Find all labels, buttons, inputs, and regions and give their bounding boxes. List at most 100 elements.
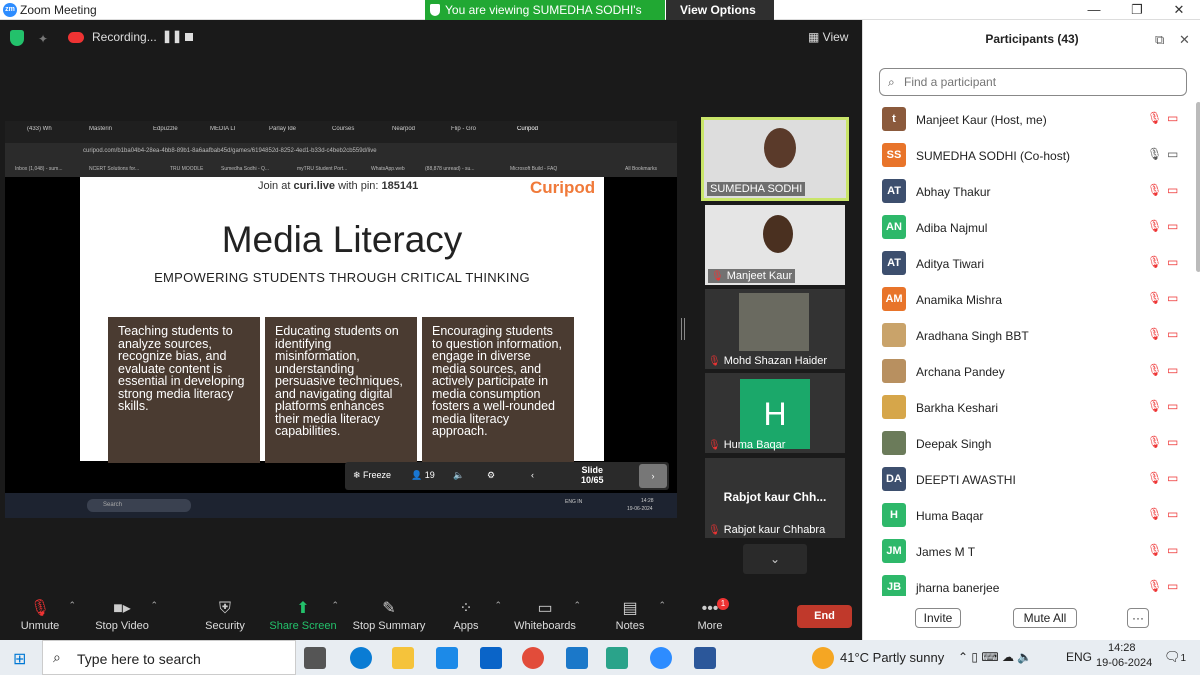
settings-icon[interactable]: ⚙ bbox=[487, 470, 495, 481]
list-scrollbar[interactable] bbox=[1196, 102, 1200, 272]
search-input[interactable] bbox=[904, 72, 1174, 92]
clock-time[interactable]: 14:28 bbox=[1108, 642, 1136, 654]
bookmark[interactable]: NCERT Solutions for... bbox=[89, 166, 139, 172]
audio-icon[interactable]: 🔈 bbox=[453, 470, 464, 481]
mic-off-icon[interactable]: 🎙 bbox=[1147, 579, 1162, 593]
security-button[interactable]: ⛨ Security bbox=[185, 598, 265, 632]
restore-icon[interactable]: ❐ bbox=[1122, 0, 1152, 20]
invite-button[interactable]: Invite bbox=[915, 608, 961, 628]
inner-search[interactable]: Search bbox=[87, 499, 191, 512]
mic-off-icon[interactable]: 🎙 bbox=[1147, 111, 1162, 125]
share-app-icon[interactable] bbox=[606, 647, 628, 669]
bookmark[interactable]: myTRU Student Port... bbox=[297, 166, 347, 172]
participant-row[interactable]: Deepak Singh 🎙 ▭ bbox=[863, 426, 1195, 462]
tab[interactable]: Nearpod bbox=[392, 126, 428, 132]
participant-row[interactable]: H Huma Baqar 🎙 ▭ bbox=[863, 498, 1195, 534]
participant-row[interactable]: Barkha Keshari 🎙 ▭ bbox=[863, 390, 1195, 426]
edge-icon[interactable] bbox=[350, 647, 372, 669]
close-panel-icon[interactable]: ✕ bbox=[1179, 32, 1190, 48]
pin-icon[interactable]: ✦ bbox=[38, 32, 50, 46]
video-off-icon[interactable]: ▭ bbox=[1167, 255, 1178, 269]
end-meeting-button[interactable]: End bbox=[797, 605, 852, 628]
mic-off-icon[interactable]: 🎙 bbox=[1147, 363, 1162, 377]
participant-row[interactable]: JB jharna banerjee 🎙 ▭ bbox=[863, 570, 1195, 596]
unmute-button[interactable]: 🎙 Unmute ⌃ bbox=[0, 598, 80, 632]
video-icon[interactable]: ▭ bbox=[1167, 147, 1178, 161]
mic-off-icon[interactable]: 🎙 bbox=[1147, 255, 1162, 269]
stop-summary-button[interactable]: ✎ Stop Summary bbox=[349, 598, 429, 632]
bookmark[interactable]: Sumedha Sodhi - Q... bbox=[221, 166, 269, 172]
next-slide-icon[interactable]: › bbox=[639, 464, 667, 488]
mic-off-icon[interactable]: 🎙 bbox=[1147, 183, 1162, 197]
address-bar[interactable]: curipod.com/b1ba04b4-28ea-4bb8-89b1-8a6a… bbox=[5, 143, 677, 163]
video-tile-sumedha[interactable]: SUMEDHA SODHI bbox=[701, 117, 849, 201]
close-icon[interactable]: ✕ bbox=[1164, 0, 1194, 20]
bookmark[interactable]: WhatsApp.web bbox=[371, 166, 405, 172]
bookmark[interactable]: Inbox (1,048) - sum... bbox=[15, 166, 63, 172]
scroll-down-icon[interactable]: ⌄ bbox=[743, 544, 807, 574]
whiteboards-button[interactable]: ▭ Whiteboards ⌃ bbox=[505, 598, 585, 632]
weather-text[interactable]: 41°C Partly sunny bbox=[840, 650, 944, 665]
participant-row[interactable]: Aradhana Singh BBT 🎙 ▭ bbox=[863, 318, 1195, 354]
mic-off-icon[interactable]: 🎙 bbox=[1147, 507, 1162, 521]
tab[interactable]: Flip - Gro bbox=[451, 126, 491, 132]
video-off-icon[interactable]: ▭ bbox=[1167, 291, 1178, 305]
mic-off-icon[interactable]: 🎙 bbox=[1147, 327, 1162, 341]
bookmark[interactable]: (88,878 unread) - su... bbox=[425, 166, 474, 172]
participant-row[interactable]: Archana Pandey 🎙 ▭ bbox=[863, 354, 1195, 390]
view-button[interactable]: ▦ View bbox=[808, 30, 848, 44]
participant-row[interactable]: SS SUMEDHA SODHI (Co-host) 🎙 ▭ bbox=[863, 138, 1195, 174]
video-off-icon[interactable]: ▭ bbox=[1167, 327, 1178, 341]
tab[interactable]: Edpuzzle bbox=[153, 126, 193, 132]
mic-off-icon[interactable]: 🎙 bbox=[1147, 291, 1162, 305]
share-screen-button[interactable]: ⬆ Share Screen ⌃ bbox=[263, 598, 343, 632]
video-off-icon[interactable]: ▭ bbox=[1167, 399, 1178, 413]
resize-handle[interactable] bbox=[681, 318, 685, 340]
mic-off-icon[interactable]: 🎙 bbox=[1147, 471, 1162, 485]
video-tile-mohd[interactable]: 🎙 Mohd Shazan Haider bbox=[705, 289, 845, 369]
tray-icons[interactable]: ⌃ ▯ ⌨ ☁ 🔈 bbox=[958, 650, 1032, 664]
participant-row[interactable]: t Manjeet Kaur (Host, me) 🎙 ▭ bbox=[863, 102, 1195, 138]
mic-off-icon[interactable]: 🎙 bbox=[1147, 435, 1162, 449]
windows-start-icon[interactable]: ⊞ bbox=[13, 649, 26, 669]
search-placeholder[interactable]: Type here to search bbox=[77, 651, 201, 667]
notes-button[interactable]: ▤ Notes ⌃ bbox=[590, 598, 670, 632]
participant-row[interactable]: AT Abhay Thakur 🎙 ▭ bbox=[863, 174, 1195, 210]
minimize-icon[interactable]: — bbox=[1079, 0, 1109, 20]
mic-off-icon[interactable]: 🎙 bbox=[1147, 543, 1162, 557]
clock-date[interactable]: 19-06-2024 bbox=[1096, 657, 1152, 669]
tab[interactable]: Parlay Ide bbox=[269, 126, 309, 132]
video-tile-manjeet[interactable]: 🎙 Manjeet Kaur bbox=[705, 205, 845, 285]
video-off-icon[interactable]: ▭ bbox=[1167, 183, 1178, 197]
pause-recording-icon[interactable]: ❚❚ bbox=[162, 29, 182, 43]
mute-all-button[interactable]: Mute All bbox=[1013, 608, 1077, 628]
store-icon[interactable] bbox=[436, 647, 458, 669]
participant-row[interactable]: AM Anamika Mishra 🎙 ▭ bbox=[863, 282, 1195, 318]
word-icon[interactable] bbox=[694, 647, 716, 669]
view-options-button[interactable]: View Options ⌄ bbox=[666, 0, 774, 37]
apps-button[interactable]: ⁘ Apps ⌃ bbox=[426, 598, 506, 632]
file-explorer-icon[interactable] bbox=[392, 647, 414, 669]
tab[interactable]: (433) Wh bbox=[27, 126, 69, 132]
video-off-icon[interactable]: ▭ bbox=[1167, 111, 1178, 125]
video-off-icon[interactable]: ▭ bbox=[1167, 579, 1178, 593]
security-shield-icon[interactable] bbox=[10, 30, 24, 46]
mic-off-icon[interactable]: 🎙 bbox=[1147, 219, 1162, 233]
bookmark[interactable]: All Bookmarks bbox=[625, 166, 657, 172]
video-off-icon[interactable]: ▭ bbox=[1167, 219, 1178, 233]
video-off-icon[interactable]: ▭ bbox=[1167, 471, 1178, 485]
video-tile-rabjot[interactable]: Rabjot kaur Chh... 🎙 Rabjot kaur Chhabra bbox=[705, 458, 845, 538]
video-off-icon[interactable]: ▭ bbox=[1167, 363, 1178, 377]
photos-icon[interactable] bbox=[566, 647, 588, 669]
language[interactable]: ENG bbox=[1066, 650, 1092, 664]
participant-row[interactable]: JM James M T 🎙 ▭ bbox=[863, 534, 1195, 570]
mic-off-icon[interactable]: 🎙 bbox=[1147, 399, 1162, 413]
mail-icon[interactable] bbox=[480, 647, 502, 669]
more-button[interactable]: ••• More 1 bbox=[670, 598, 750, 632]
chrome-icon[interactable] bbox=[522, 647, 544, 669]
notification-icon[interactable]: 🗨1 bbox=[1164, 649, 1186, 665]
tab-active[interactable]: Curipod bbox=[517, 126, 557, 132]
video-tile-huma[interactable]: H 🎙 Huma Baqar bbox=[705, 373, 845, 453]
mic-icon[interactable]: 🎙 bbox=[1147, 147, 1162, 161]
participant-row[interactable]: AT Aditya Tiwari 🎙 ▭ bbox=[863, 246, 1195, 282]
